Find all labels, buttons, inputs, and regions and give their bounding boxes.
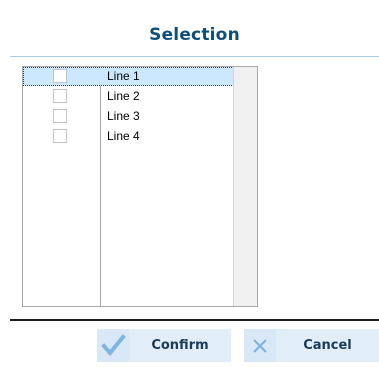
list-item-label: Line 4 bbox=[107, 129, 140, 143]
checkmark-icon bbox=[97, 329, 129, 362]
list-item-label: Line 2 bbox=[107, 89, 140, 103]
list-item-line-1[interactable]: Line 1 bbox=[23, 67, 234, 86]
title-divider bbox=[10, 56, 379, 57]
list-item-line-3[interactable]: Line 3 bbox=[23, 107, 234, 126]
line-3-checkbox[interactable] bbox=[53, 109, 67, 123]
close-icon bbox=[244, 329, 276, 362]
list-item-label: Line 1 bbox=[107, 69, 140, 83]
line-2-checkbox[interactable] bbox=[53, 89, 67, 103]
vertical-scrollbar[interactable] bbox=[233, 67, 257, 306]
line-4-checkbox[interactable] bbox=[53, 129, 67, 143]
cancel-button[interactable]: Cancel bbox=[244, 329, 379, 362]
line-1-checkbox[interactable] bbox=[53, 69, 67, 83]
confirm-button[interactable]: Confirm bbox=[97, 329, 231, 362]
confirm-button-label: Confirm bbox=[151, 338, 209, 353]
list-item-line-2[interactable]: Line 2 bbox=[23, 87, 234, 106]
list-item-label: Line 3 bbox=[107, 109, 140, 123]
list-item-line-4[interactable]: Line 4 bbox=[23, 127, 234, 146]
footer-divider bbox=[10, 319, 379, 321]
dialog-title: Selection bbox=[149, 25, 240, 45]
selection-listbox[interactable]: Line 1 Line 2 Line 3 Line 4 bbox=[22, 66, 258, 307]
cancel-button-label: Cancel bbox=[303, 338, 352, 353]
